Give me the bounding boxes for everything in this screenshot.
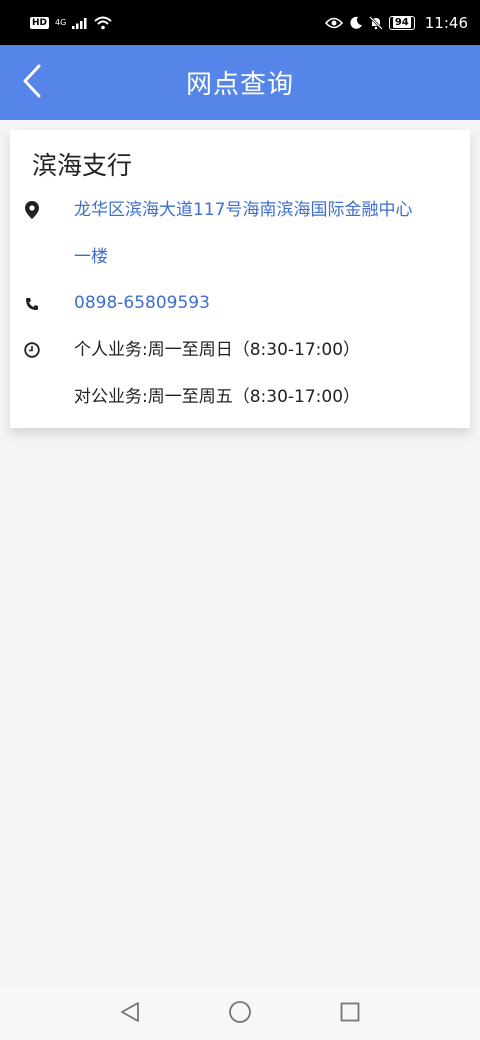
status-left: HD 4G bbox=[30, 16, 112, 30]
status-bar: HD 4G 94 11:46 bbox=[0, 0, 480, 45]
eye-icon bbox=[324, 17, 343, 29]
location-pin-icon bbox=[23, 201, 41, 219]
battery-level: 94 bbox=[392, 16, 411, 28]
address-line1[interactable]: 龙华区滨海大道117号海南滨海国际金融中心 bbox=[74, 187, 412, 233]
recents-square-icon bbox=[340, 1002, 360, 1026]
mute-icon bbox=[368, 15, 383, 30]
home-circle-icon bbox=[228, 1000, 252, 1028]
network-label: 4G bbox=[55, 17, 67, 27]
branch-card[interactable]: 滨海支行 龙华区滨海大道117号海南滨海国际金融中心 一楼 0898-65809… bbox=[10, 130, 470, 428]
status-right: 94 11:46 bbox=[324, 13, 468, 32]
moon-icon bbox=[349, 16, 363, 30]
nav-home-button[interactable] bbox=[220, 994, 260, 1034]
battery-icon: 94 bbox=[388, 15, 415, 30]
phone-number[interactable]: 0898-65809593 bbox=[74, 280, 210, 326]
network-type: 4G bbox=[55, 17, 67, 27]
branch-name: 滨海支行 bbox=[32, 151, 133, 180]
status-time: 11:46 bbox=[424, 13, 468, 32]
address-line2[interactable]: 一楼 bbox=[74, 234, 108, 280]
wifi-icon bbox=[94, 16, 112, 30]
back-button[interactable] bbox=[12, 60, 52, 105]
back-triangle-icon bbox=[120, 1001, 140, 1027]
signal-icon bbox=[72, 17, 88, 29]
app-bar: 网点查询 bbox=[0, 45, 480, 120]
nav-back-button[interactable] bbox=[110, 994, 150, 1034]
page-title: 网点查询 bbox=[185, 70, 294, 100]
nav-recents-button[interactable] bbox=[330, 994, 370, 1034]
system-nav-bar bbox=[0, 988, 480, 1040]
hours-personal: 个人业务:周一至周日（8:30-17:00） bbox=[74, 340, 361, 360]
phone-icon bbox=[23, 295, 41, 313]
clock-icon bbox=[23, 341, 41, 359]
hours-corporate: 对公业务:周一至周五（8:30-17:00） bbox=[74, 387, 361, 407]
hd-icon: HD bbox=[30, 16, 50, 29]
chevron-left-icon bbox=[22, 64, 42, 102]
